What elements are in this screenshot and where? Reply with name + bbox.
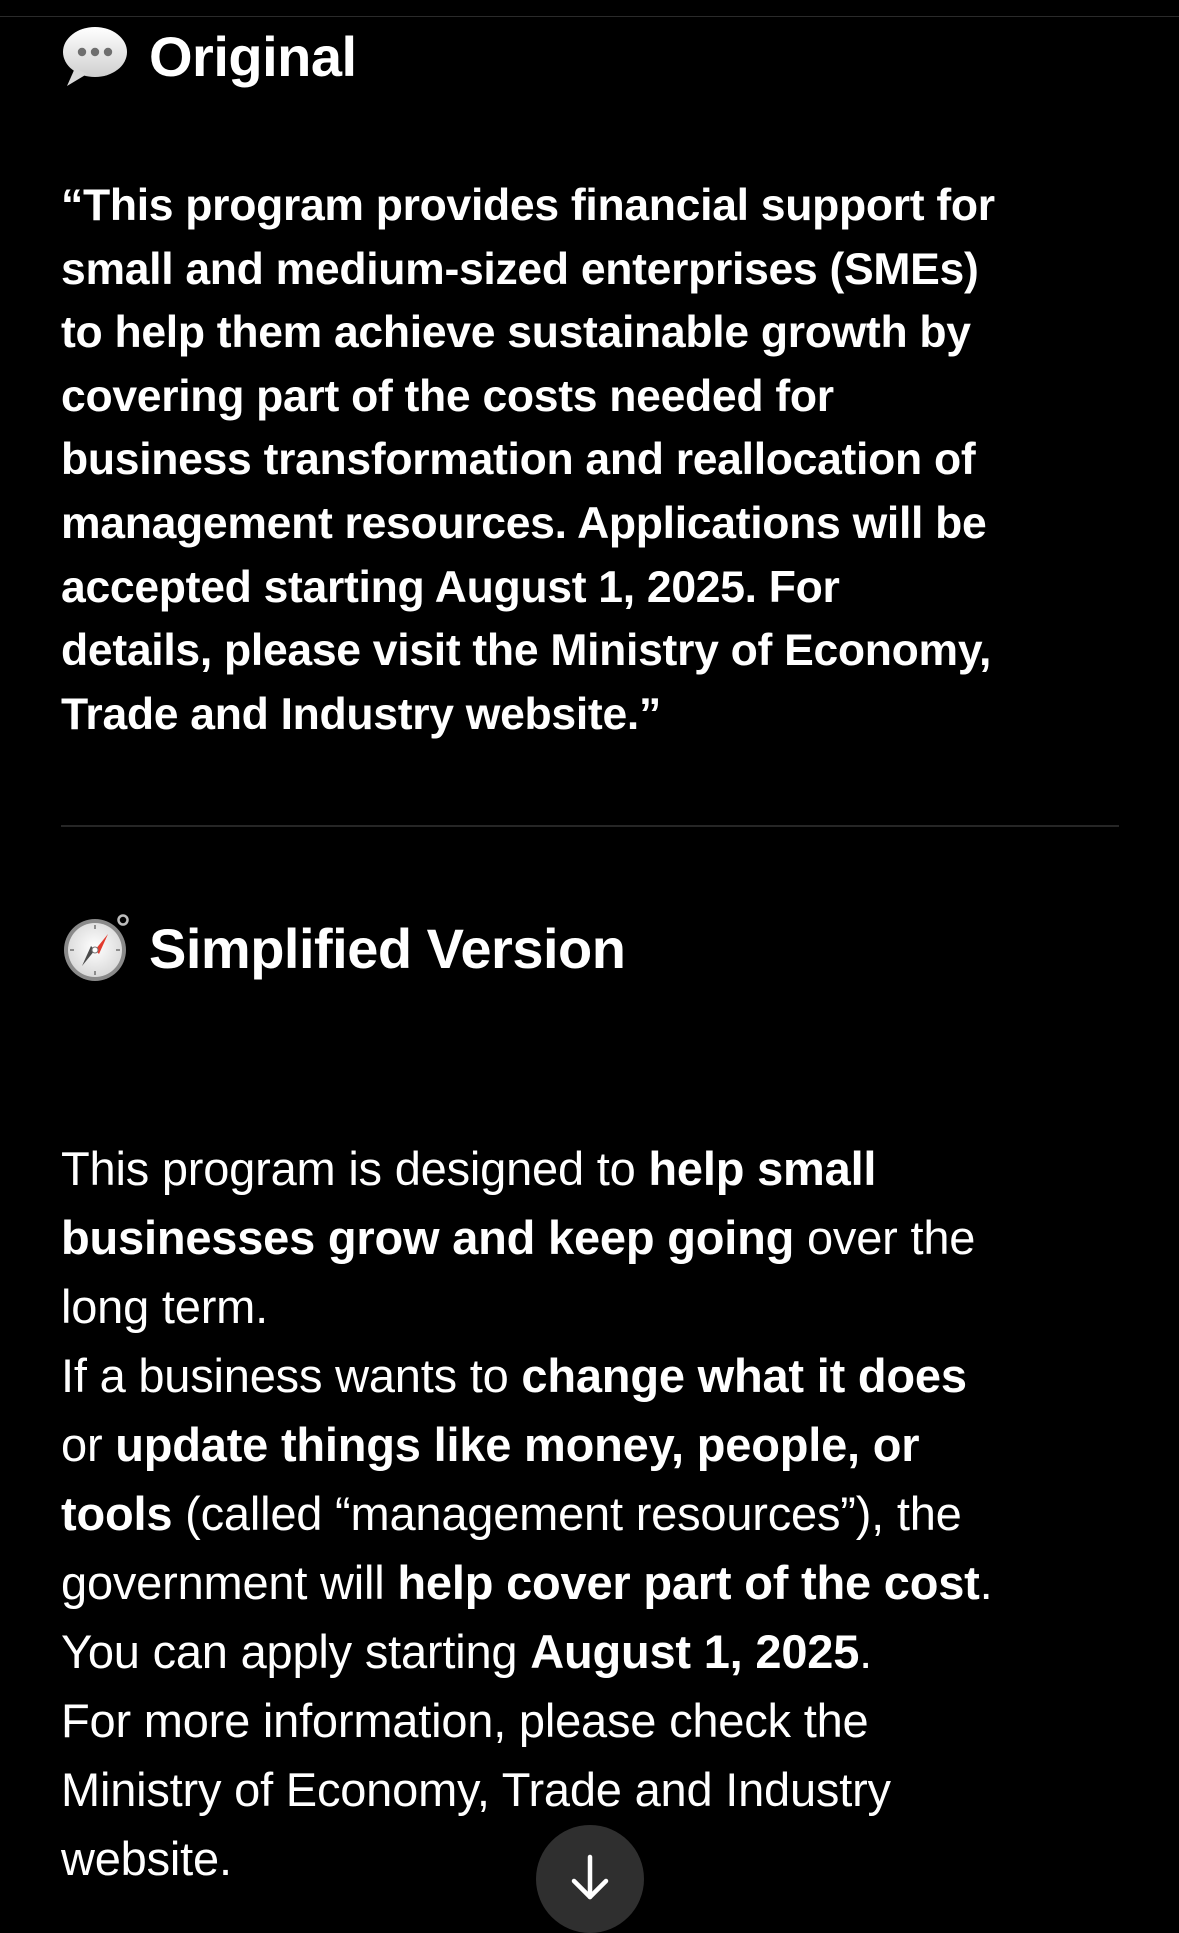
bold-segment: help cover part of the cost	[397, 1556, 980, 1609]
bold-segment: August 1, 2025	[530, 1625, 860, 1678]
original-line: management resources. Applications will …	[61, 498, 987, 548]
section-divider	[61, 825, 1119, 827]
text-segment: website.	[61, 1832, 232, 1885]
simplified-title: Simplified Version	[149, 916, 626, 980]
original-section: Original “This program provides financia…	[61, 20, 1121, 746]
simplified-body: This program is designed to help small b…	[61, 1134, 993, 1893]
simplified-line: This program is designed to help small	[61, 1134, 992, 1203]
text-segment: or	[61, 1418, 116, 1471]
bold-segment: businesses grow and keep going	[61, 1211, 795, 1264]
simplified-line: You can apply starting August 1, 2025.	[61, 1617, 992, 1686]
top-divider	[0, 16, 1179, 17]
original-heading: Original	[61, 20, 1121, 92]
original-line: “This program provides financial support…	[61, 181, 995, 230]
simplified-line: long term.	[61, 1272, 992, 1341]
arrow-down-icon	[571, 1854, 609, 1900]
simplified-line: tools (called “management resources”), t…	[61, 1479, 992, 1548]
original-line: details, please visit the Ministry of Ec…	[61, 626, 992, 676]
speech-bubble-icon	[63, 27, 127, 86]
original-line: small and medium-sized enterprises (SMEs…	[61, 244, 979, 294]
scroll-to-bottom-button[interactable]	[536, 1825, 644, 1933]
original-line: covering part of the costs needed for	[61, 371, 834, 421]
simplified-line: businesses grow and keep going over the	[61, 1203, 992, 1272]
simplified-line: Ministry of Economy, Trade and Industry	[61, 1755, 992, 1824]
simplified-heading: Simplified Version	[61, 912, 626, 984]
text-segment: long term.	[61, 1280, 268, 1333]
bold-segment: change what it does	[521, 1349, 967, 1402]
original-line: Trade and Industry website.”	[61, 689, 661, 739]
text-segment: This program is designed to	[61, 1142, 649, 1195]
text-segment: .	[859, 1625, 873, 1678]
bold-segment: tools	[61, 1487, 173, 1540]
bold-segment: help small	[648, 1142, 877, 1195]
text-segment: You can apply starting	[61, 1625, 531, 1678]
original-line: to help them achieve sustainable growth …	[61, 308, 971, 358]
original-quote: “This program provides financial support…	[61, 174, 1121, 746]
bold-segment: update things like money, people, or	[115, 1418, 920, 1471]
text-segment: .	[979, 1556, 993, 1609]
text-segment: (called “management resources”), the	[172, 1487, 962, 1540]
text-segment: Ministry of Economy, Trade and Industry	[61, 1763, 891, 1816]
simplified-line: government will help cover part of the c…	[61, 1548, 993, 1617]
simplified-line: or update things like money, people, or	[61, 1410, 992, 1479]
original-line: business transformation and reallocation…	[61, 435, 976, 485]
text-segment: government will	[61, 1556, 398, 1609]
text-segment: For more information, please check the	[61, 1694, 869, 1747]
simplified-line: If a business wants to change what it do…	[61, 1341, 992, 1410]
simplified-line: For more information, please check the	[61, 1686, 992, 1755]
original-line: accepted starting August 1, 2025. For	[61, 562, 840, 612]
text-segment: over the	[794, 1211, 976, 1264]
simplified-line: website.	[61, 1824, 992, 1893]
compass-icon	[64, 914, 129, 981]
original-title: Original	[149, 24, 357, 88]
text-segment: If a business wants to	[61, 1349, 522, 1402]
